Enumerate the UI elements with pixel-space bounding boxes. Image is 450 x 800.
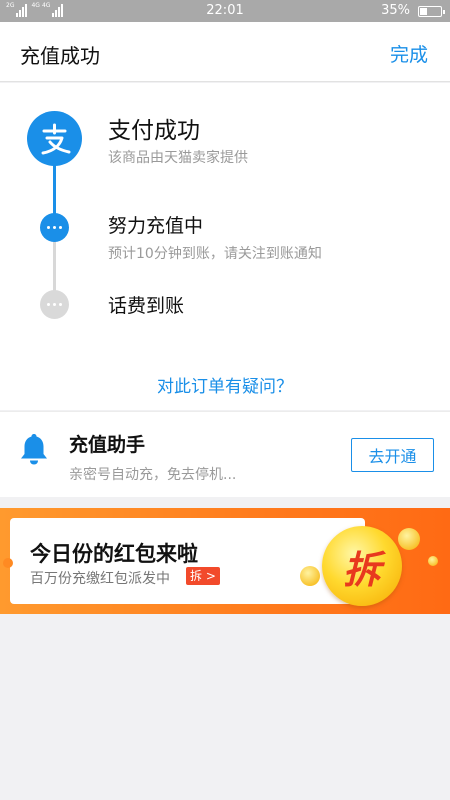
ticket-notch	[3, 558, 13, 568]
coin-icon	[300, 566, 320, 586]
battery-percent: 35%	[381, 3, 410, 18]
status-bar: 2G 4G 4G 22:01 35%	[0, 0, 450, 22]
step-title-paid: 支付成功	[108, 118, 200, 144]
order-question-link[interactable]: 对此订单有疑问？	[0, 372, 450, 397]
open-packet-coin-icon[interactable]: 拆	[322, 526, 402, 606]
recharge-assistant-row: 充值助手 亲密号自动充，免去停机... 去开通	[0, 411, 450, 497]
activate-button[interactable]: 去开通	[351, 438, 434, 472]
page-title: 充值成功	[20, 44, 100, 68]
nav-bar: 充值成功 完成	[0, 22, 450, 82]
step-title-recharging: 努力充值中	[108, 215, 204, 237]
step-subtitle-recharging: 预计10分钟到账，请关注到账通知	[108, 246, 322, 262]
ellipsis-icon	[40, 290, 69, 319]
ellipsis-icon	[40, 213, 69, 242]
assistant-title: 充值助手	[69, 434, 146, 456]
coin-label: 拆	[342, 547, 381, 592]
done-button[interactable]: 完成	[390, 40, 428, 67]
banner-title: 今日份的红包来啦	[30, 542, 198, 566]
banner-subtitle: 百万份充缴红包派发中	[30, 571, 170, 587]
alipay-icon	[27, 111, 82, 166]
coin-icon	[428, 556, 438, 566]
red-packet-banner[interactable]: 今日份的红包来啦 百万份充缴红包派发中 拆 > 拆	[0, 508, 450, 614]
bell-icon	[20, 432, 48, 470]
recharge-progress: 支付成功 该商品由天猫卖家提供 努力充值中 预计10分钟到账，请关注到账通知 话…	[0, 83, 450, 410]
assistant-subtitle: 亲密号自动充，免去停机...	[69, 467, 237, 483]
step-title-arrived: 话费到账	[108, 295, 185, 317]
step-subtitle-paid: 该商品由天猫卖家提供	[108, 150, 248, 166]
battery-icon	[418, 6, 445, 17]
open-packet-tag[interactable]: 拆 >	[186, 567, 220, 585]
